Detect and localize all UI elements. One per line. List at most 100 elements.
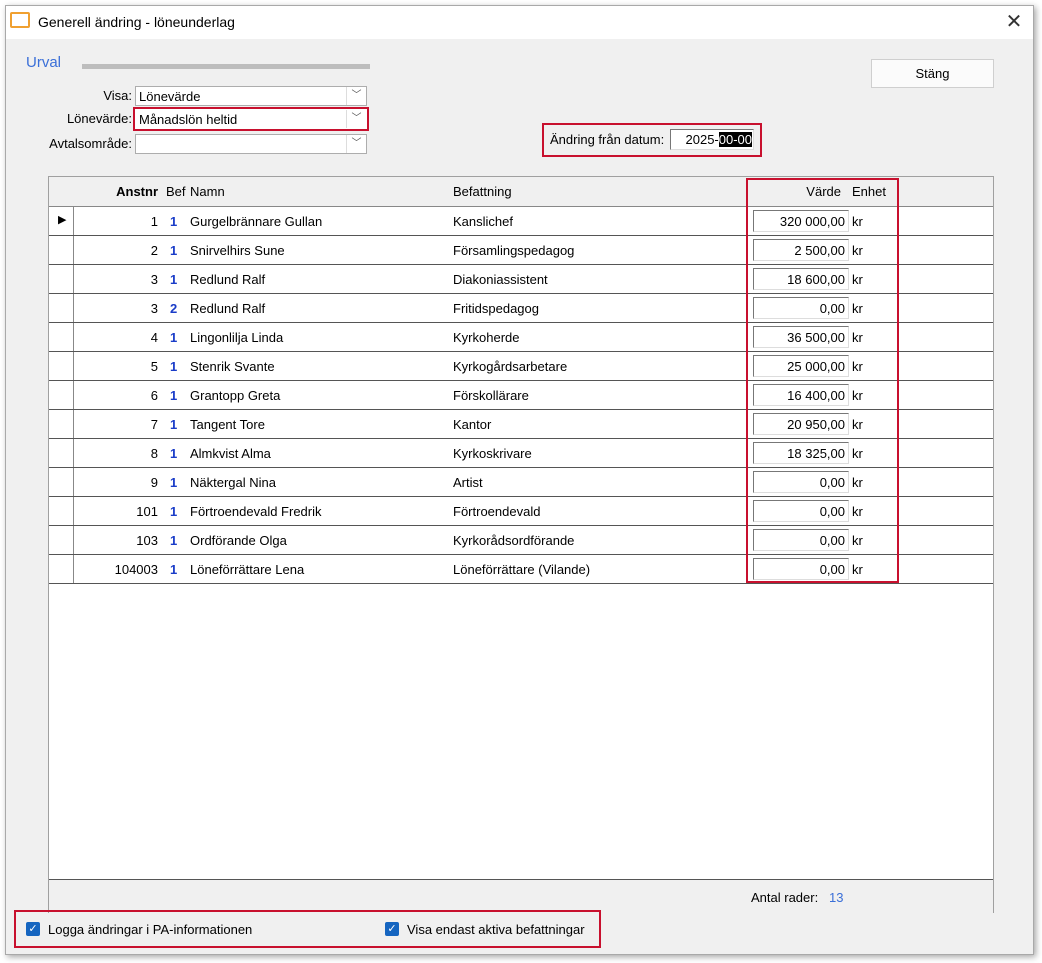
cell-befattning: Artist [453, 475, 483, 490]
aktiva-checkbox[interactable]: ✓ [385, 922, 399, 936]
visa-select[interactable]: Lönevärde ﹀ [135, 86, 367, 106]
cell-bef: 1 [170, 330, 178, 345]
row-count: 13 [829, 890, 844, 905]
cell-namn: Grantopp Greta [190, 388, 281, 403]
row-selector[interactable] [49, 352, 74, 380]
cell-anstnr: 103 [136, 533, 158, 548]
cell-befattning: Kyrkoskrivare [453, 446, 532, 461]
cell-anstnr: 101 [136, 504, 158, 519]
cell-befattning: Kanslichef [453, 214, 513, 229]
lonevarde-select[interactable]: Månadslön heltid ﹀ [135, 109, 367, 129]
row-selector[interactable] [49, 323, 74, 351]
divider [82, 64, 370, 69]
chevron-down-icon[interactable]: ﹀ [346, 135, 366, 153]
cell-namn: Näktergal Nina [190, 475, 276, 490]
logga-label[interactable]: Logga ändringar i PA-informationen [48, 922, 252, 937]
chevron-down-icon[interactable]: ﹀ [346, 110, 366, 128]
cell-bef: 1 [170, 562, 178, 577]
cell-namn: Redlund Ralf [190, 301, 266, 316]
row-selector[interactable]: ▶ [49, 207, 74, 235]
row-selector[interactable] [49, 294, 74, 322]
dialog-window: Generell ändring - löneunderlag ✕ Urval … [5, 5, 1034, 955]
row-selector[interactable] [49, 468, 74, 496]
cell-anstnr: 3 [150, 272, 158, 287]
cell-befattning: Fritidspedagog [453, 301, 539, 316]
cell-anstnr: 8 [150, 446, 158, 461]
logga-checkbox[interactable]: ✓ [26, 922, 40, 936]
cell-namn: Löneförrättare Lena [190, 562, 305, 577]
cell-namn: Förtroendevald Fredrik [190, 504, 322, 519]
date-input[interactable]: 2025-00-00 [670, 129, 754, 150]
row-selector[interactable] [49, 236, 74, 264]
cell-anstnr: 6 [150, 388, 158, 403]
cell-namn: Ordförande Olga [190, 533, 287, 548]
cell-anstnr: 7 [150, 417, 158, 432]
row-selector[interactable] [49, 439, 74, 467]
cell-namn: Redlund Ralf [190, 272, 266, 287]
employee-grid: Anstnr Bef Namn Befattning Värde Enhet ▶… [48, 176, 994, 913]
cell-namn: Lingonlilja Linda [190, 330, 284, 345]
urval-heading: Urval [26, 54, 62, 71]
cell-bef: 1 [170, 243, 178, 258]
col-namn[interactable]: Namn [190, 184, 225, 199]
cell-bef: 1 [170, 359, 178, 374]
cell-befattning: Diakoniassistent [453, 272, 548, 287]
cell-befattning: Kyrkoherde [453, 330, 520, 345]
col-befattning[interactable]: Befattning [453, 184, 512, 199]
highlight-box [746, 178, 899, 583]
cell-namn: Gurgelbrännare Gullan [190, 214, 323, 229]
cell-anstnr: 5 [150, 359, 158, 374]
row-selector[interactable] [49, 497, 74, 525]
row-count-label: Antal rader: [751, 890, 819, 905]
cell-befattning: Förskollärare [453, 388, 529, 403]
chevron-down-icon[interactable]: ﹀ [346, 87, 366, 105]
date-selected-text: 00-00 [718, 132, 752, 147]
cell-bef: 1 [170, 533, 178, 548]
avtal-label: Avtalsområde: [49, 136, 132, 151]
cell-bef: 2 [170, 301, 178, 316]
date-value: 2025- [685, 132, 719, 147]
cell-bef: 1 [170, 214, 178, 229]
cell-anstnr: 2 [150, 243, 158, 258]
cell-anstnr: 104003 [114, 562, 158, 577]
current-row-icon: ▶ [58, 214, 67, 226]
cell-anstnr: 9 [150, 475, 158, 490]
aktiva-label[interactable]: Visa endast aktiva befattningar [407, 922, 585, 937]
cell-bef: 1 [170, 272, 178, 287]
app-icon [10, 12, 30, 28]
cell-bef: 1 [170, 388, 178, 403]
cell-namn: Almkvist Alma [190, 446, 271, 461]
visa-value: Lönevärde [139, 89, 201, 104]
row-selector[interactable] [49, 410, 74, 438]
cell-bef: 1 [170, 417, 178, 432]
row-selector[interactable] [49, 265, 74, 293]
cell-befattning: Kyrkorådsordförande [453, 533, 575, 548]
col-bef[interactable]: Bef [166, 184, 186, 199]
visa-label: Visa: [103, 88, 132, 103]
window-title: Generell ändring - löneunderlag [38, 14, 235, 30]
row-selector[interactable] [49, 381, 74, 409]
close-icon[interactable]: ✕ [1001, 9, 1027, 35]
cell-namn: Tangent Tore [190, 417, 265, 432]
cell-befattning: Kyrkogårdsarbetare [453, 359, 568, 374]
cell-namn: Snirvelhirs Sune [190, 243, 285, 258]
avtal-select[interactable]: ﹀ [135, 134, 367, 154]
lonevarde-label: Lönevärde: [66, 111, 132, 126]
date-label: Ändring från datum: [550, 132, 665, 147]
cell-bef: 1 [170, 446, 178, 461]
cell-namn: Stenrik Svante [190, 359, 275, 374]
cell-befattning: Förtroendevald [453, 504, 541, 519]
col-anstnr[interactable]: Anstnr [74, 184, 158, 199]
cell-anstnr: 3 [150, 301, 158, 316]
title-bar: Generell ändring - löneunderlag ✕ [6, 6, 1033, 39]
row-selector[interactable] [49, 526, 74, 554]
cell-anstnr: 4 [150, 330, 158, 345]
cell-bef: 1 [170, 475, 178, 490]
cell-befattning: Kantor [453, 417, 492, 432]
lonevarde-value: Månadslön heltid [139, 112, 238, 127]
cell-bef: 1 [170, 504, 178, 519]
row-selector[interactable] [49, 555, 74, 583]
cell-befattning: Församlingspedagog [453, 243, 575, 258]
cell-befattning: Löneförrättare (Vilande) [453, 562, 591, 577]
stang-button[interactable]: Stäng [871, 59, 994, 88]
